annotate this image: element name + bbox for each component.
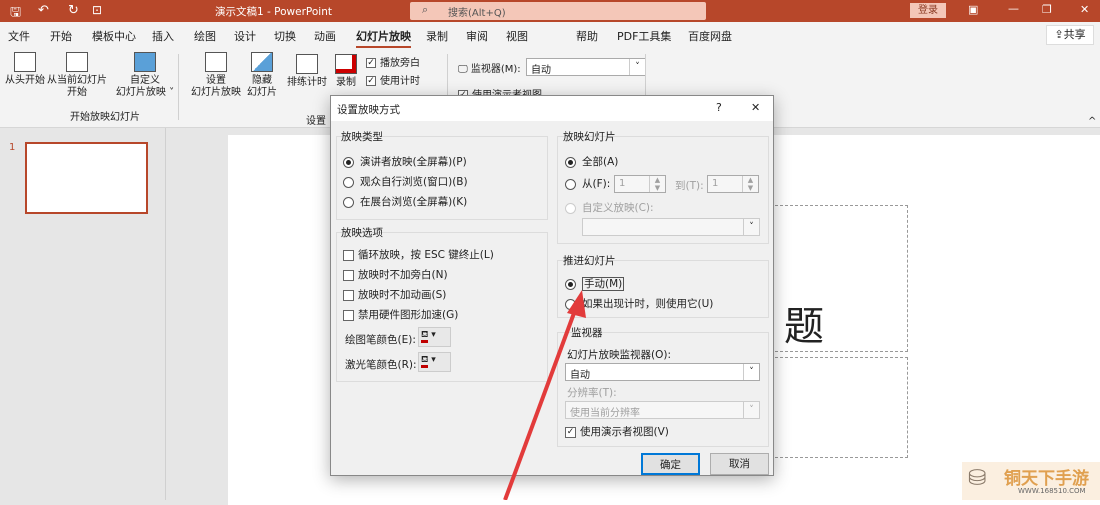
coins-icon: ⛁ [968, 466, 987, 491]
watermark-logo: ⛁ 铜天下手游 WWW.168510.COM [962, 462, 1100, 500]
annotation-arrow [503, 290, 586, 500]
arrow-head [567, 290, 586, 318]
watermark-name: 铜天下手游 [1004, 469, 1089, 489]
watermark-url: WWW.168510.COM [1018, 487, 1086, 495]
arrow-shaft [503, 304, 579, 500]
